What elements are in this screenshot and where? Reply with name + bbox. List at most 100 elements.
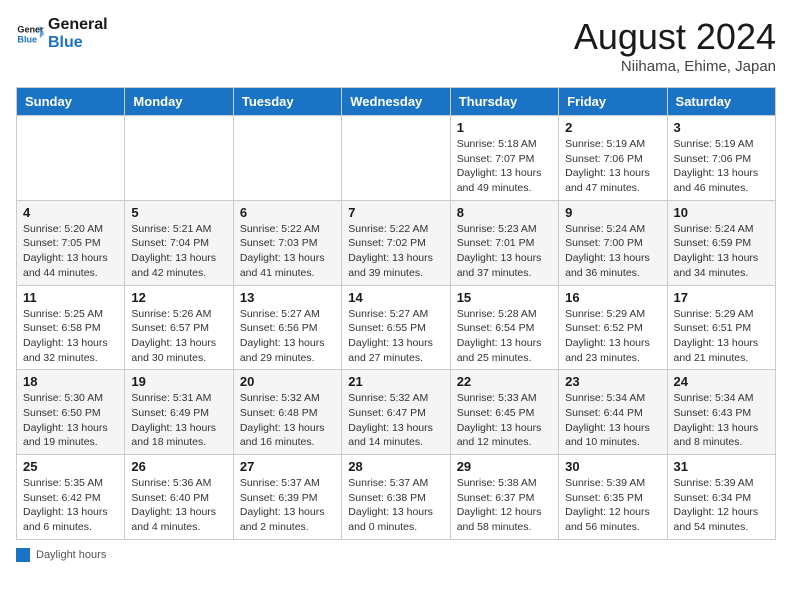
day-number: 17 bbox=[674, 290, 769, 305]
calendar-header-sunday: Sunday bbox=[17, 88, 125, 116]
calendar-header-saturday: Saturday bbox=[667, 88, 775, 116]
day-number: 24 bbox=[674, 374, 769, 389]
footer: Daylight hours bbox=[16, 548, 776, 562]
calendar-cell: 12 Sunrise: 5:26 AM Sunset: 6:57 PM Dayli… bbox=[125, 285, 233, 370]
day-number: 15 bbox=[457, 290, 552, 305]
day-detail: Sunrise: 5:39 AM Sunset: 6:35 PM Dayligh… bbox=[565, 476, 660, 535]
calendar-header-wednesday: Wednesday bbox=[342, 88, 450, 116]
day-number: 7 bbox=[348, 205, 443, 220]
calendar-cell: 11Sunrise: 5:25 AM Sunset: 6:58 PM Dayli… bbox=[17, 285, 125, 370]
calendar-cell: 16 Sunrise: 5:29 AM Sunset: 6:52 PM Dayli… bbox=[559, 285, 667, 370]
calendar-cell: 30Sunrise: 5:39 AM Sunset: 6:35 PM Dayli… bbox=[559, 455, 667, 540]
day-detail: Sunrise: 5:20 AM Sunset: 7:05 PM Dayligh… bbox=[23, 222, 118, 281]
calendar-header-thursday: Thursday bbox=[450, 88, 558, 116]
day-number: 16 bbox=[565, 290, 660, 305]
day-number: 27 bbox=[240, 459, 335, 474]
calendar-cell: 17 Sunrise: 5:29 AM Sunset: 6:51 PM Dayli… bbox=[667, 285, 775, 370]
day-detail: Sunrise: 5:32 AM Sunset: 6:48 PM Dayligh… bbox=[240, 391, 335, 450]
calendar-cell: 13 Sunrise: 5:27 AM Sunset: 6:56 PM Dayli… bbox=[233, 285, 341, 370]
calendar-cell: 25Sunrise: 5:35 AM Sunset: 6:42 PM Dayli… bbox=[17, 455, 125, 540]
logo: General Blue General Blue bbox=[16, 16, 108, 51]
calendar-cell bbox=[342, 116, 450, 201]
day-number: 26 bbox=[131, 459, 226, 474]
day-detail: Sunrise: 5:27 AM Sunset: 6:55 PM Dayligh… bbox=[348, 307, 443, 366]
calendar-cell: 23Sunrise: 5:34 AM Sunset: 6:44 PM Dayli… bbox=[559, 370, 667, 455]
calendar-header-friday: Friday bbox=[559, 88, 667, 116]
day-detail: Sunrise: 5:25 AM Sunset: 6:58 PM Dayligh… bbox=[23, 307, 118, 366]
calendar-week-row: 4 Sunrise: 5:20 AM Sunset: 7:05 PM Daylig… bbox=[17, 200, 776, 285]
day-number: 21 bbox=[348, 374, 443, 389]
location-title: Niihama, Ehime, Japan bbox=[574, 58, 776, 75]
calendar-cell: 1 Sunrise: 5:18 AM Sunset: 7:07 PM Daylig… bbox=[450, 116, 558, 201]
calendar-cell: 6Sunrise: 5:22 AM Sunset: 7:03 PM Daylig… bbox=[233, 200, 341, 285]
calendar-cell: 8 Sunrise: 5:23 AM Sunset: 7:01 PM Daylig… bbox=[450, 200, 558, 285]
calendar-cell: 18Sunrise: 5:30 AM Sunset: 6:50 PM Dayli… bbox=[17, 370, 125, 455]
day-number: 22 bbox=[457, 374, 552, 389]
day-detail: Sunrise: 5:24 AM Sunset: 6:59 PM Dayligh… bbox=[674, 222, 769, 281]
calendar-cell: 22 Sunrise: 5:33 AM Sunset: 6:45 PM Dayli… bbox=[450, 370, 558, 455]
day-detail: Sunrise: 5:36 AM Sunset: 6:40 PM Dayligh… bbox=[131, 476, 226, 535]
calendar-header-row: SundayMondayTuesdayWednesdayThursdayFrid… bbox=[17, 88, 776, 116]
day-detail: Sunrise: 5:29 AM Sunset: 6:52 PM Dayligh… bbox=[565, 307, 660, 366]
day-detail: Sunrise: 5:23 AM Sunset: 7:01 PM Dayligh… bbox=[457, 222, 552, 281]
day-detail: Sunrise: 5:31 AM Sunset: 6:49 PM Dayligh… bbox=[131, 391, 226, 450]
calendar-cell bbox=[17, 116, 125, 201]
day-detail: Sunrise: 5:30 AM Sunset: 6:50 PM Dayligh… bbox=[23, 391, 118, 450]
day-detail: Sunrise: 5:38 AM Sunset: 6:37 PM Dayligh… bbox=[457, 476, 552, 535]
day-detail: Sunrise: 5:33 AM Sunset: 6:45 PM Dayligh… bbox=[457, 391, 552, 450]
day-number: 8 bbox=[457, 205, 552, 220]
day-detail: Sunrise: 5:19 AM Sunset: 7:06 PM Dayligh… bbox=[565, 137, 660, 196]
day-detail: Sunrise: 5:28 AM Sunset: 6:54 PM Dayligh… bbox=[457, 307, 552, 366]
daylight-legend-box bbox=[16, 548, 30, 562]
day-number: 10 bbox=[674, 205, 769, 220]
day-detail: Sunrise: 5:18 AM Sunset: 7:07 PM Dayligh… bbox=[457, 137, 552, 196]
calendar-cell: 5Sunrise: 5:21 AM Sunset: 7:04 PM Daylig… bbox=[125, 200, 233, 285]
day-detail: Sunrise: 5:27 AM Sunset: 6:56 PM Dayligh… bbox=[240, 307, 335, 366]
day-number: 9 bbox=[565, 205, 660, 220]
logo-text-general: General bbox=[48, 16, 108, 34]
day-number: 28 bbox=[348, 459, 443, 474]
day-detail: Sunrise: 5:32 AM Sunset: 6:47 PM Dayligh… bbox=[348, 391, 443, 450]
calendar-cell: 21 Sunrise: 5:32 AM Sunset: 6:47 PM Dayli… bbox=[342, 370, 450, 455]
calendar-cell: 15 Sunrise: 5:28 AM Sunset: 6:54 PM Dayli… bbox=[450, 285, 558, 370]
day-number: 12 bbox=[131, 290, 226, 305]
logo-text-blue: Blue bbox=[48, 34, 108, 52]
day-detail: Sunrise: 5:37 AM Sunset: 6:38 PM Dayligh… bbox=[348, 476, 443, 535]
day-number: 20 bbox=[240, 374, 335, 389]
calendar-week-row: 1 Sunrise: 5:18 AM Sunset: 7:07 PM Daylig… bbox=[17, 116, 776, 201]
calendar-cell: 3Sunrise: 5:19 AM Sunset: 7:06 PM Daylig… bbox=[667, 116, 775, 201]
day-number: 2 bbox=[565, 120, 660, 135]
day-number: 25 bbox=[23, 459, 118, 474]
day-detail: Sunrise: 5:39 AM Sunset: 6:34 PM Dayligh… bbox=[674, 476, 769, 535]
calendar-week-row: 11Sunrise: 5:25 AM Sunset: 6:58 PM Dayli… bbox=[17, 285, 776, 370]
svg-text:Blue: Blue bbox=[17, 34, 37, 44]
day-detail: Sunrise: 5:26 AM Sunset: 6:57 PM Dayligh… bbox=[131, 307, 226, 366]
calendar-header-monday: Monday bbox=[125, 88, 233, 116]
calendar-cell bbox=[233, 116, 341, 201]
calendar-cell: 10 Sunrise: 5:24 AM Sunset: 6:59 PM Dayli… bbox=[667, 200, 775, 285]
calendar-cell: 7Sunrise: 5:22 AM Sunset: 7:02 PM Daylig… bbox=[342, 200, 450, 285]
day-detail: Sunrise: 5:29 AM Sunset: 6:51 PM Dayligh… bbox=[674, 307, 769, 366]
day-number: 31 bbox=[674, 459, 769, 474]
day-number: 1 bbox=[457, 120, 552, 135]
day-number: 3 bbox=[674, 120, 769, 135]
calendar-cell: 19 Sunrise: 5:31 AM Sunset: 6:49 PM Dayli… bbox=[125, 370, 233, 455]
calendar-header-tuesday: Tuesday bbox=[233, 88, 341, 116]
calendar-week-row: 18Sunrise: 5:30 AM Sunset: 6:50 PM Dayli… bbox=[17, 370, 776, 455]
calendar-cell: 24Sunrise: 5:34 AM Sunset: 6:43 PM Dayli… bbox=[667, 370, 775, 455]
calendar-cell: 28 Sunrise: 5:37 AM Sunset: 6:38 PM Dayli… bbox=[342, 455, 450, 540]
month-title: August 2024 bbox=[574, 16, 776, 58]
calendar-cell: 4 Sunrise: 5:20 AM Sunset: 7:05 PM Daylig… bbox=[17, 200, 125, 285]
day-number: 6 bbox=[240, 205, 335, 220]
calendar-cell bbox=[125, 116, 233, 201]
calendar-cell: 2 Sunrise: 5:19 AM Sunset: 7:06 PM Daylig… bbox=[559, 116, 667, 201]
day-detail: Sunrise: 5:34 AM Sunset: 6:44 PM Dayligh… bbox=[565, 391, 660, 450]
page-header: General Blue General Blue August 2024 Ni… bbox=[16, 16, 776, 75]
day-detail: Sunrise: 5:21 AM Sunset: 7:04 PM Dayligh… bbox=[131, 222, 226, 281]
day-number: 19 bbox=[131, 374, 226, 389]
calendar-cell: 31 Sunrise: 5:39 AM Sunset: 6:34 PM Dayli… bbox=[667, 455, 775, 540]
day-number: 4 bbox=[23, 205, 118, 220]
day-number: 29 bbox=[457, 459, 552, 474]
day-number: 13 bbox=[240, 290, 335, 305]
day-detail: Sunrise: 5:37 AM Sunset: 6:39 PM Dayligh… bbox=[240, 476, 335, 535]
